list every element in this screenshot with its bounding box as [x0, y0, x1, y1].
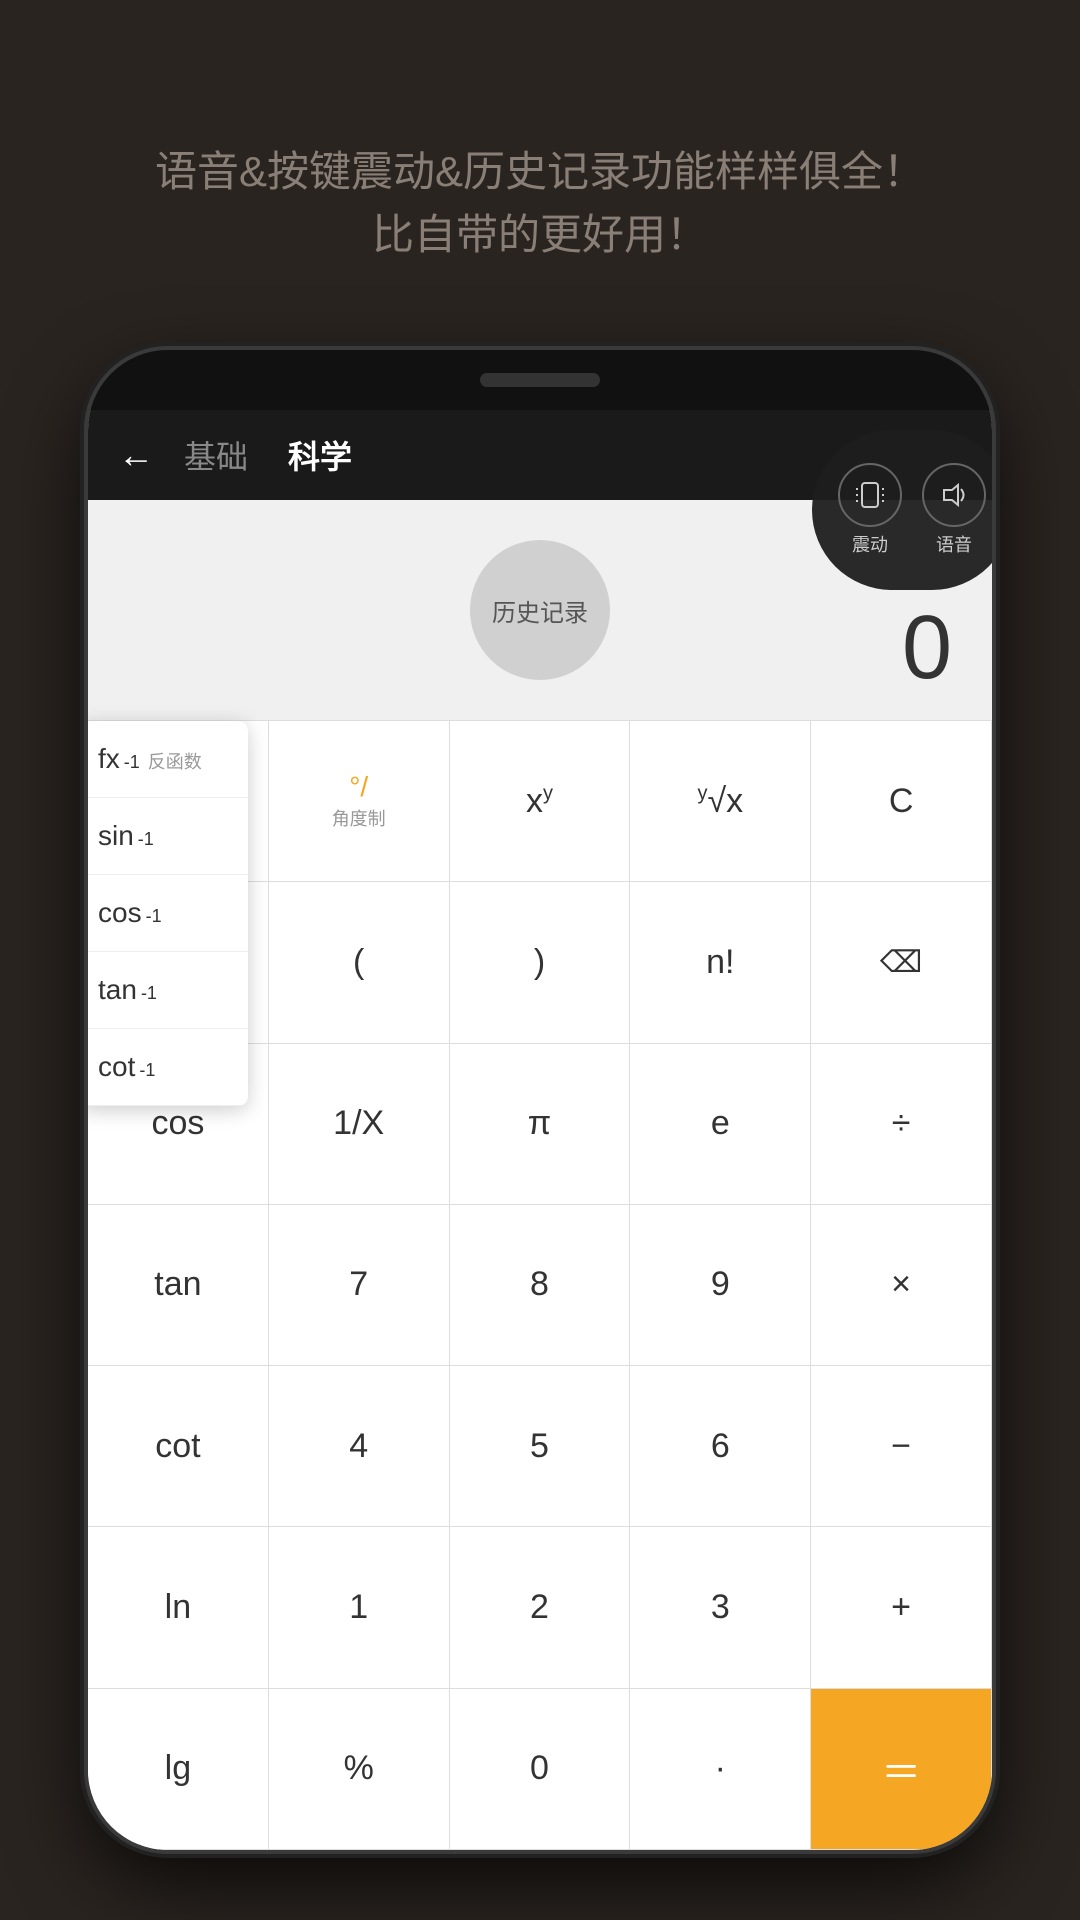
key-divide[interactable]: ÷ — [811, 1044, 992, 1205]
key-pi[interactable]: π — [450, 1044, 631, 1205]
key-cot[interactable]: cot — [88, 1366, 269, 1527]
key-5[interactable]: 5 — [450, 1366, 631, 1527]
promo-line1: 语音&按键震动&历史记录功能样样俱全！ — [60, 140, 1020, 203]
key-rparen[interactable]: ) — [450, 882, 631, 1043]
key-backspace[interactable]: ⌫ — [811, 882, 992, 1043]
vibrate-button[interactable]: 震动 — [838, 463, 902, 557]
key-multiply[interactable]: × — [811, 1205, 992, 1366]
popup-item-sin-inv[interactable]: sin -1 — [88, 798, 248, 875]
key-3[interactable]: 3 — [630, 1527, 811, 1688]
key-lparen[interactable]: ( — [269, 882, 450, 1043]
key-6[interactable]: 6 — [630, 1366, 811, 1527]
key-root[interactable]: y√x — [630, 721, 811, 882]
sound-button[interactable]: 语音 — [922, 463, 986, 557]
key-4[interactable]: 4 — [269, 1366, 450, 1527]
key-clear[interactable]: C — [811, 721, 992, 882]
screen: ← 基础 科学 — [88, 410, 992, 1850]
keyboard: fx 函数 fx -1 反函数 sin -1 cos -1 — [88, 720, 992, 1850]
key-decimal[interactable]: · — [630, 1689, 811, 1850]
phone-frame: ← 基础 科学 — [88, 350, 992, 1850]
vibrate-icon — [838, 463, 902, 527]
nav-tabs: 基础 科学 — [184, 432, 352, 478]
history-label: 历史记录 — [492, 593, 588, 628]
history-button[interactable]: 历史记录 — [470, 540, 610, 680]
key-7[interactable]: 7 — [269, 1205, 450, 1366]
key-angle[interactable]: °/ 角度制 — [269, 721, 450, 882]
side-popup: fx -1 反函数 sin -1 cos -1 tan -1 — [88, 721, 248, 1106]
key-2[interactable]: 2 — [450, 1527, 631, 1688]
tab-science[interactable]: 科学 — [288, 432, 352, 478]
key-lg[interactable]: lg — [88, 1689, 269, 1850]
sound-label: 语音 — [936, 531, 972, 557]
key-ln[interactable]: ln — [88, 1527, 269, 1688]
key-percent[interactable]: % — [269, 1689, 450, 1850]
key-fx[interactable]: fx 函数 fx -1 反函数 sin -1 cos -1 — [88, 721, 269, 882]
tab-basic[interactable]: 基础 — [184, 432, 248, 478]
floating-toolbar: 震动 语音 — [812, 430, 992, 590]
key-tan[interactable]: tan — [88, 1205, 269, 1366]
key-1[interactable]: 1 — [269, 1527, 450, 1688]
popup-item-fx-inv[interactable]: fx -1 反函数 — [88, 721, 248, 798]
key-0[interactable]: 0 — [450, 1689, 631, 1850]
key-add[interactable]: + — [811, 1527, 992, 1688]
popup-item-tan-inv[interactable]: tan -1 — [88, 952, 248, 1029]
key-equals[interactable]: ＝ — [811, 1689, 992, 1850]
key-9[interactable]: 9 — [630, 1205, 811, 1366]
key-reciprocal[interactable]: 1/X — [269, 1044, 450, 1205]
popup-item-cot-inv[interactable]: cot -1 — [88, 1029, 248, 1106]
vibrate-label: 震动 — [852, 531, 888, 557]
key-8[interactable]: 8 — [450, 1205, 631, 1366]
popup-item-cos-inv[interactable]: cos -1 — [88, 875, 248, 952]
key-e[interactable]: e — [630, 1044, 811, 1205]
nav-bar: ← 基础 科学 — [88, 410, 992, 500]
key-subtract[interactable]: − — [811, 1366, 992, 1527]
promo-line2: 比自带的更好用！ — [60, 203, 1020, 266]
key-power[interactable]: xy — [450, 721, 631, 882]
key-factorial[interactable]: n! — [630, 882, 811, 1043]
promo-text: 语音&按键震动&历史记录功能样样俱全！ 比自带的更好用！ — [0, 140, 1080, 266]
phone-top-bar — [88, 350, 992, 410]
back-button[interactable]: ← — [118, 434, 154, 476]
phone-speaker — [480, 373, 600, 387]
display-value: 0 — [902, 597, 952, 700]
sound-icon — [922, 463, 986, 527]
